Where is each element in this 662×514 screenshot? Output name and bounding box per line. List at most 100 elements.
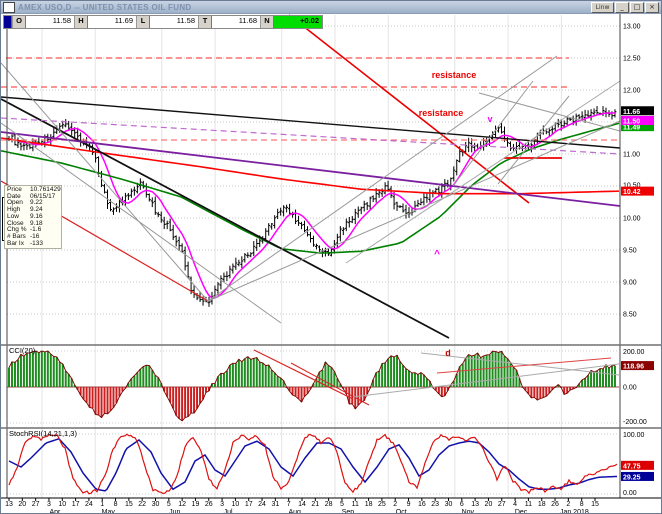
cci-bar [480,358,482,387]
cci-bar [26,353,28,387]
cci-bar [169,387,171,402]
cci-bar [44,352,46,387]
cci-bar [199,387,201,403]
cci-bar [489,355,491,387]
stoch-tick-label: 0.00 [623,490,637,497]
annotation-text: ^ [434,249,440,260]
cci-bar [411,373,413,387]
cci-bar [426,379,428,387]
month-label: May [102,509,116,514]
window-title: AMEX USO,D -- UNITED STATES OIL FUND [18,3,590,12]
cci-bar [148,366,150,387]
trendline [1,63,208,301]
cci-bar [47,351,49,387]
cci-bar [259,362,261,387]
week-label: 21 [311,501,319,508]
cci-bar [56,357,58,387]
cci-bar [139,369,141,387]
week-label: 26 [205,501,213,508]
cci-bar [378,371,380,387]
cci-bar [250,359,252,387]
week-label: 9 [407,501,411,508]
cci-bar [280,378,282,387]
cci-tick-label: 200.00 [623,349,645,356]
cci-bar [492,351,494,387]
week-label: 28 [325,501,333,508]
week-label: 4 [513,501,517,508]
quote-value-low: 11.58 [150,16,198,28]
quote-value-high: 11.69 [88,16,136,28]
price-tick-label: 11.00 [623,152,640,159]
cci-bar [142,367,144,387]
minimize-button[interactable]: _ [615,2,629,13]
cci-bar [542,387,544,398]
cci-bar [32,352,34,387]
cci-bar [53,357,55,387]
cci-bar [393,357,395,387]
week-label: 6 [460,501,464,508]
cci-bar [483,356,485,387]
cci-bar [83,387,85,399]
annotation-texts: resistanceresistancev^d [419,70,493,358]
info-row: Bar Ix-133 [7,241,59,248]
cci-bar [381,363,383,387]
week-label: 10 [232,501,240,508]
cci-bar [235,363,237,387]
week-label: 14 [298,501,306,508]
ma200-price-badge-text: 10.42 [623,189,641,196]
cci-bar [238,359,240,387]
trendline [289,15,529,203]
cci-bar [256,358,258,387]
week-label: 30 [445,501,453,508]
cci-bar [599,369,601,387]
price-tick-label: 12.00 [623,88,641,95]
week-label: 27 [32,501,40,508]
month-label: Jun [169,509,180,514]
week-label: 20 [18,501,26,508]
quote-value-open: 11.58 [26,16,74,28]
quote-bar: O 11.58 H 11.69 L 11.58 T 11.68 N +0.02 [3,15,323,29]
week-label: 3 [220,501,224,508]
week-label: 24 [258,501,266,508]
cci-bar [107,387,109,414]
cci-bar [136,372,138,387]
cursor-info-panel: Price10.761429Date06/15/17Open9.22High9.… [4,185,62,249]
cci-bar [59,362,61,387]
month-label: Sep [342,509,355,514]
cci-bar [414,373,416,387]
week-label: 15 [591,501,599,508]
maximize-button[interactable]: □ [630,2,644,13]
week-label: 10 [58,501,66,508]
trendline [1,99,449,338]
close-button[interactable]: × [645,2,659,13]
cci-envelope-line [9,351,615,421]
quote-label-trade: T [198,16,212,28]
cci-bar [584,378,586,387]
week-label: 5 [340,501,344,508]
week-label: 12 [178,501,186,508]
cci-bar [23,356,25,387]
price-tick-label: 12.50 [623,56,641,63]
cci-bar [190,387,192,413]
quote-value-net-change: +0.02 [274,16,322,28]
cci-bar [611,366,613,387]
cci-bar [247,357,249,387]
link-indicator[interactable] [4,16,12,28]
week-label: 15 [125,501,133,508]
week-label: 13 [5,501,13,508]
month-label: Jul [224,509,233,514]
stoch-d-badge-text: 29.25 [623,474,641,481]
cci-bar [101,387,103,418]
cci-value-badge-text: 118.96 [623,364,644,371]
cci-bar [172,387,174,409]
cci-bar [605,365,607,387]
title-bar[interactable]: AMEX USO,D -- UNITED STATES OIL FUND Lin… [1,1,661,14]
toolbar-mini-button[interactable]: Linw [591,2,614,13]
cci-bar [98,387,100,415]
cci-bar [29,353,31,387]
week-label: 19 [192,501,200,508]
cci-bar [8,368,10,387]
cci-bar [268,365,270,387]
week-label: 17 [72,501,80,508]
week-label: 18 [365,501,373,508]
